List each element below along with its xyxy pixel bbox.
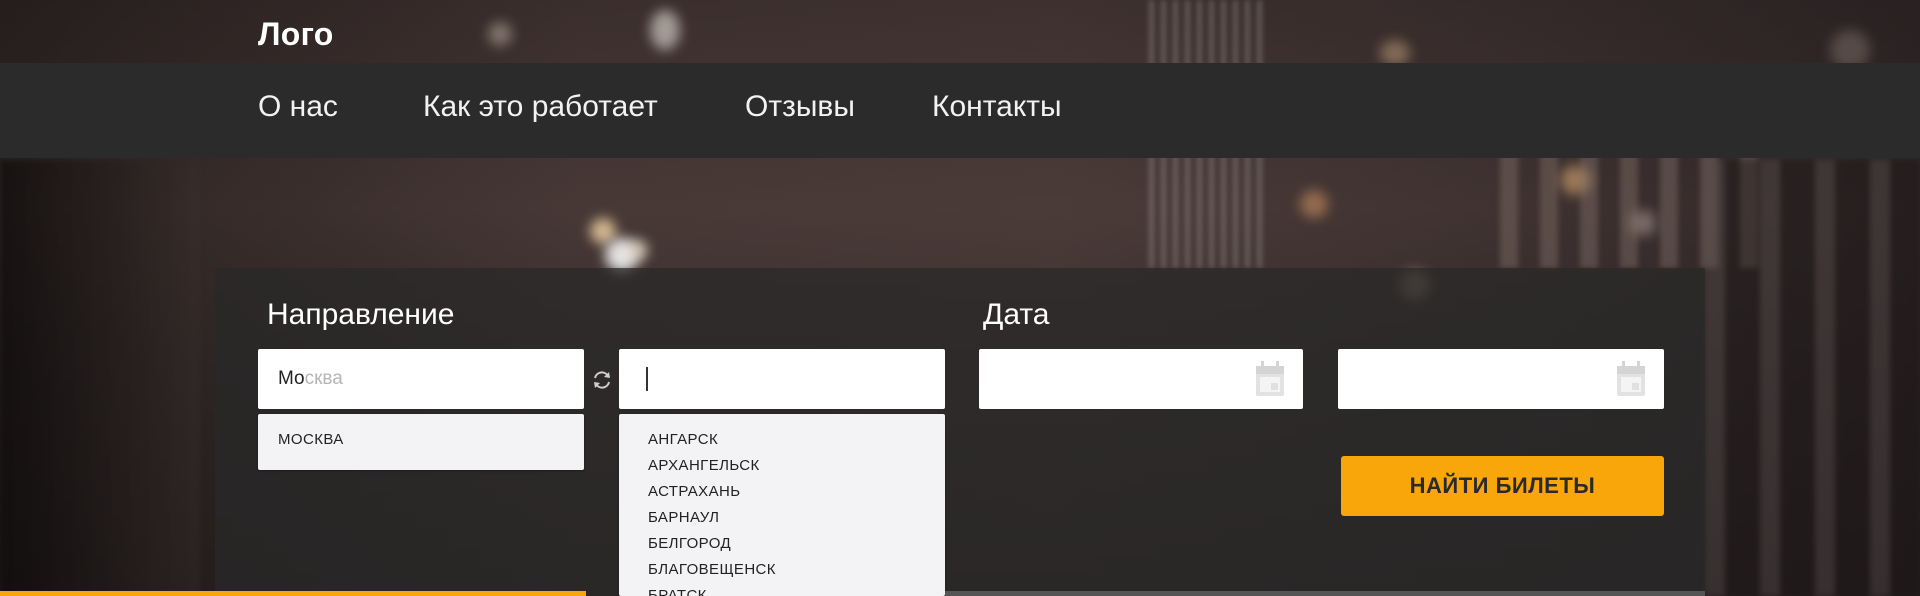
from-city-value: Москва bbox=[278, 368, 343, 389]
swap-arrows-icon[interactable] bbox=[590, 368, 614, 392]
calendar-icon[interactable] bbox=[1255, 361, 1285, 397]
suggestion-item[interactable]: АСТРАХАНЬ bbox=[648, 483, 740, 500]
main-nav: О нас Как это работает Отзывы Контакты bbox=[0, 63, 1920, 158]
suggestion-item[interactable]: БАРНАУЛ bbox=[648, 509, 719, 526]
nav-item-about[interactable]: О нас bbox=[258, 90, 338, 124]
text-cursor bbox=[646, 367, 648, 391]
bottom-divider bbox=[945, 591, 1705, 596]
nav-item-reviews[interactable]: Отзывы bbox=[745, 90, 855, 124]
to-suggestions-dropdown: АНГАРСК АРХАНГЕЛЬСК АСТРАХАНЬ БАРНАУЛ БЕ… bbox=[619, 414, 945, 596]
suggestion-item[interactable]: БЛАГОВЕЩЕНСК bbox=[648, 561, 776, 578]
suggestion-item[interactable]: АНГАРСК bbox=[648, 431, 718, 448]
nav-item-contacts[interactable]: Контакты bbox=[932, 90, 1062, 124]
suggestion-item[interactable]: БЕЛГОРОД bbox=[648, 535, 731, 552]
calendar-icon[interactable] bbox=[1616, 361, 1646, 397]
logo[interactable]: Лого bbox=[258, 16, 334, 53]
date-to-input[interactable] bbox=[1338, 349, 1664, 409]
from-suggestions-dropdown: МОСКВА bbox=[258, 414, 584, 470]
top-header: Лого bbox=[0, 0, 1920, 63]
suggestion-item[interactable]: МОСКВА bbox=[278, 431, 344, 448]
from-city-input[interactable]: Москва bbox=[258, 349, 584, 409]
nav-item-how-it-works[interactable]: Как это работает bbox=[423, 90, 658, 124]
direction-title: Направление bbox=[267, 298, 455, 331]
date-title: Дата bbox=[983, 298, 1050, 331]
suggestion-item[interactable]: АРХАНГЕЛЬСК bbox=[648, 457, 760, 474]
to-city-input[interactable] bbox=[619, 349, 945, 409]
suggestion-item[interactable]: БРАТСК bbox=[648, 587, 707, 596]
find-tickets-button[interactable]: НАЙТИ БИЛЕТЫ bbox=[1341, 456, 1664, 516]
date-from-input[interactable] bbox=[979, 349, 1303, 409]
bottom-accent-bar bbox=[0, 591, 586, 596]
